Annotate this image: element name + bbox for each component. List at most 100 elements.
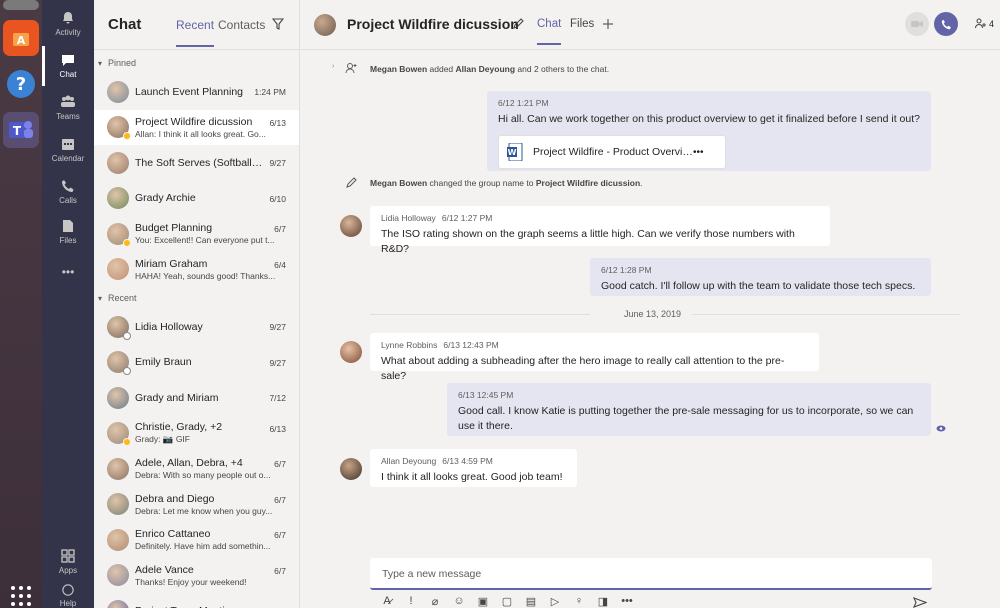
recent-section-label[interactable]: Recent [94, 287, 299, 309]
rail-item-files[interactable]: Files [42, 210, 94, 254]
chat-item-name: Emily Braun [135, 356, 192, 369]
tab-recent[interactable]: Recent [176, 18, 215, 47]
message-bubble[interactable]: Lynne Robbins 6/13 12:43 PM What about ad… [370, 333, 819, 382]
chat-item-preview: HAHA! Yeah, sounds good! Thanks... [135, 270, 276, 281]
chat-list-pane: Chat Recent Contacts Pinned Launch Event… [94, 0, 300, 608]
chat-list-item[interactable]: The Soft Serves (Softball T... 9/27 [94, 145, 299, 181]
file-attachment-card[interactable]: W Project Wildfire - Product Overview.do… [498, 135, 726, 169]
tab-contacts[interactable]: Contacts [218, 18, 265, 32]
rail-item-calls[interactable]: Calls [42, 170, 94, 214]
message-bubble-self[interactable]: 6/12 1:28 PM Good catch. I'll follow up … [590, 258, 931, 296]
sys-rest: . [640, 178, 643, 188]
chat-list-item[interactable]: Project Team Meeting6/7 [94, 593, 299, 608]
chat-item-date: 9/27 [269, 357, 286, 368]
send-icon[interactable] [913, 597, 927, 608]
message-time: 6/12 1:21 PM [498, 98, 549, 108]
stream-icon[interactable]: ▷ [548, 594, 562, 608]
filter-icon[interactable] [272, 18, 284, 30]
presence-indicator [123, 238, 131, 247]
chat-list-item[interactable]: Adele, Allan, Debra, +4 Debra: With so ma… [94, 451, 299, 487]
chat-list-item[interactable]: Project Wildfire dicussion Allan: I think… [94, 109, 299, 145]
participants-count: 4 [989, 18, 995, 29]
presence-indicator [123, 438, 131, 447]
more-icon[interactable]: ••• [620, 594, 634, 608]
avatar[interactable] [340, 458, 362, 480]
chat-list-item[interactable]: Christie, Grady, +2 Grady: 📷 GIF 6/13 [94, 416, 299, 452]
message-input[interactable] [382, 568, 920, 580]
chat-item-preview: Thanks! Enjoy your weekend! [135, 576, 247, 587]
chat-item-name: Project Wildfire dicussion [135, 115, 253, 128]
avatar [107, 116, 131, 141]
format-icon[interactable]: A̷ [380, 594, 394, 608]
important-icon[interactable]: ! [404, 594, 418, 608]
date-divider: June 13, 2019 [624, 309, 682, 319]
edit-pencil-icon[interactable] [512, 18, 524, 30]
chat-item-text: Budget Planning You: Excellent!! Can ever… [135, 222, 285, 245]
chat-list-item[interactable]: Budget Planning You: Excellent!! Can ever… [94, 216, 299, 252]
system-message-rename: Megan Bowen changed the group name to Pr… [370, 178, 643, 188]
message-bubble[interactable]: Lidia Holloway 6/12 1:27 PM The ISO ratin… [370, 206, 830, 255]
message-bubble[interactable]: Allan Deyoung 6/13 4:59 PM I think it all… [370, 449, 577, 487]
avatar[interactable] [340, 215, 362, 237]
message-text: Hi all. Can we work together on this pro… [498, 113, 920, 125]
rail-label: Calendar [51, 154, 85, 163]
praise-icon[interactable]: ♀ [572, 594, 586, 608]
message-time: 6/13 12:43 PM [443, 340, 499, 350]
audio-call-button[interactable] [934, 12, 958, 36]
attach-icon[interactable]: ⌀ [428, 594, 442, 608]
rail-item-help[interactable]: Help [42, 584, 94, 608]
chat-list-item[interactable]: Grady Archie 6/10 [94, 181, 299, 217]
message-bubble-self[interactable]: 6/12 1:21 PM Hi all. Can we work togethe… [487, 91, 931, 171]
avatar[interactable] [340, 341, 362, 363]
show-apps-icon[interactable] [3, 578, 39, 608]
pinned-section-label[interactable]: Pinned [94, 52, 299, 74]
rail-item-activity[interactable]: Activity [42, 2, 94, 46]
dock-app-icon[interactable] [3, 0, 39, 10]
message-composer [370, 558, 932, 590]
chat-list-item[interactable]: Miriam Graham HAHA! Yeah, sounds good! Th… [94, 252, 299, 288]
rail-label: Teams [56, 112, 80, 121]
meeting-icon[interactable]: ▤ [524, 594, 538, 608]
rail-item-teams[interactable]: Teams [42, 86, 94, 130]
phone-icon [941, 19, 951, 29]
teams-app-icon[interactable]: T [3, 112, 39, 148]
chat-item-date: 6/13 [269, 117, 286, 128]
avatar [107, 80, 129, 103]
participants-button[interactable]: 4 [975, 18, 994, 29]
help-icon[interactable]: ? [3, 66, 39, 102]
add-tab-icon[interactable] [602, 18, 614, 30]
rail-more-button[interactable]: ••• [42, 250, 94, 294]
emoji-icon[interactable]: ☺ [452, 594, 466, 608]
video-call-button[interactable] [905, 12, 929, 36]
chat-list-item[interactable]: Adele Vance Thanks! Enjoy your weekend! 6/… [94, 558, 299, 594]
software-center-icon[interactable]: A [3, 20, 39, 56]
chat-list-item[interactable]: Grady and Miriam 7/12 [94, 380, 299, 416]
rail-label: Activity [55, 28, 81, 37]
avatar [107, 422, 131, 447]
chat-item-name: Grady Archie [135, 192, 196, 205]
chat-list-item[interactable]: Launch Event Planning 1:24 PM [94, 74, 299, 110]
rail-item-calendar[interactable]: Calendar [42, 128, 94, 172]
chat-list-item[interactable]: Lidia Holloway 9/27 [94, 309, 299, 345]
rail-label: Chat [59, 70, 77, 79]
svg-text:A: A [17, 34, 26, 47]
tab-chat[interactable]: Chat [537, 18, 562, 45]
chat-list-item[interactable]: Debra and Diego Debra: Let me know when y… [94, 487, 299, 523]
sys-rest: and 2 others to the chat. [515, 64, 610, 74]
gif-icon[interactable]: ▣ [476, 594, 490, 608]
tab-files[interactable]: Files [570, 18, 594, 30]
teams-icon [61, 95, 75, 107]
chat-list-item[interactable]: Enrico Cattaneo Definitely. Have him add … [94, 522, 299, 558]
message-bubble-self[interactable]: 6/13 12:45 PM Good call. I know Katie is… [447, 383, 931, 436]
chat-item-text: Enrico Cattaneo Definitely. Have him add … [135, 528, 285, 551]
trello-icon[interactable]: ◨ [596, 594, 610, 608]
chat-list-item[interactable]: Emily Braun 9/27 [94, 345, 299, 381]
expand-caret-icon[interactable]: › [332, 63, 334, 70]
chat-item-name: The Soft Serves (Softball T... [135, 156, 263, 169]
rail-item-apps[interactable]: Apps [42, 540, 94, 584]
rail-item-chat[interactable]: Chat [42, 44, 94, 88]
person-add-icon [345, 63, 357, 74]
message-time: 6/12 1:27 PM [441, 213, 493, 223]
file-more-button[interactable]: ••• [693, 147, 704, 158]
sticker-icon[interactable]: ▢ [500, 594, 514, 608]
